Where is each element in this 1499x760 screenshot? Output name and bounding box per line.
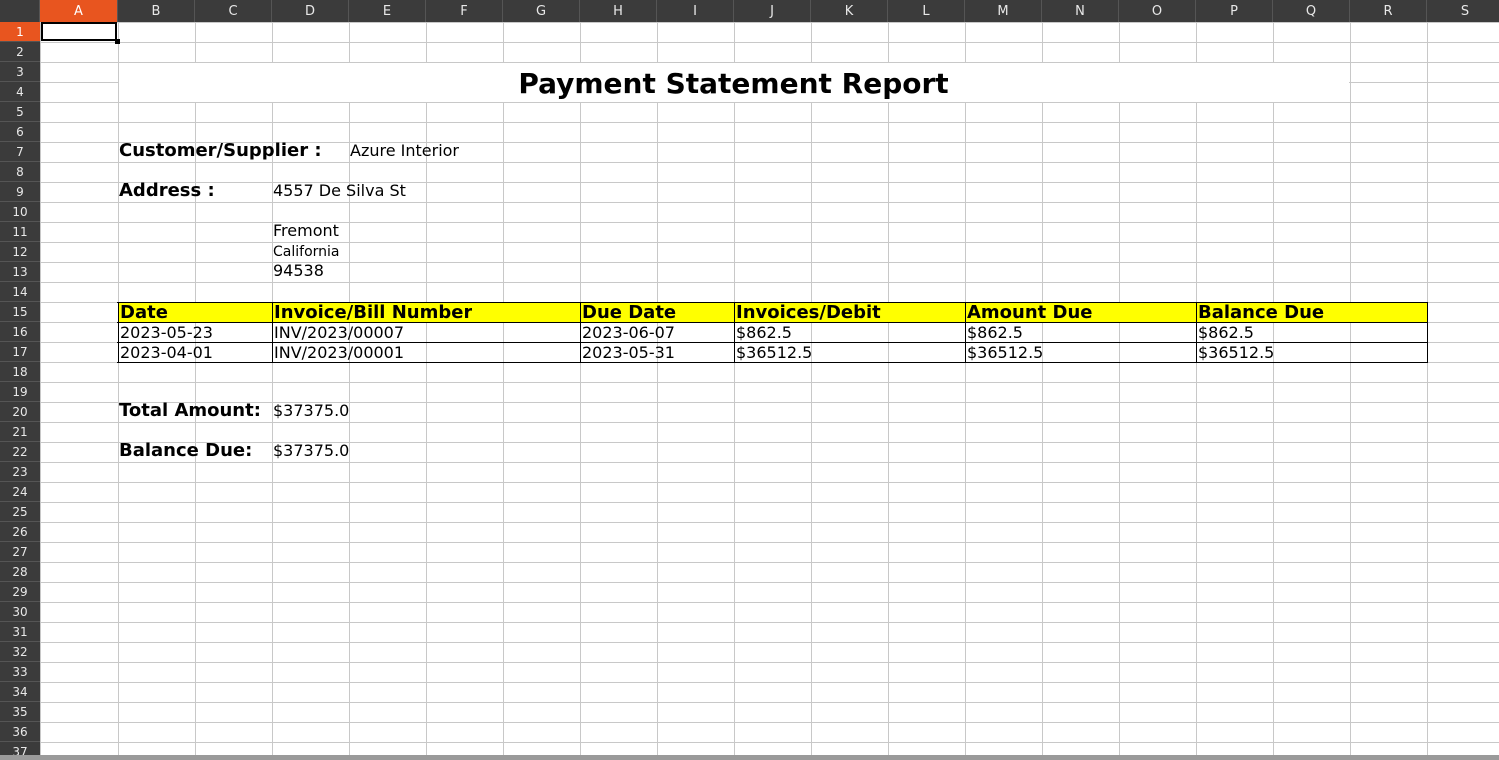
- table-cell[interactable]: 2023-05-23: [120, 323, 213, 343]
- table-header-cell: Invoices/Debit: [736, 303, 881, 323]
- horizontal-scrollbar-thumb[interactable]: [0, 755, 1499, 760]
- table-header-cell: Amount Due: [967, 303, 1093, 323]
- active-cell-cursor[interactable]: [41, 22, 117, 41]
- table-cell[interactable]: 2023-06-07: [582, 323, 675, 343]
- table-cell[interactable]: INV/2023/00001: [274, 343, 404, 363]
- row-header-21[interactable]: 21: [0, 422, 40, 442]
- row-header-13[interactable]: 13: [0, 262, 40, 282]
- address-line1: 4557 De Silva St: [273, 181, 406, 200]
- column-header-b[interactable]: B: [118, 0, 195, 22]
- address-zip: 94538: [273, 261, 324, 280]
- column-header-k[interactable]: K: [811, 0, 888, 22]
- row-header-5[interactable]: 5: [0, 102, 40, 122]
- row-header-35[interactable]: 35: [0, 702, 40, 722]
- column-header-g[interactable]: G: [503, 0, 580, 22]
- column-header-n[interactable]: N: [1042, 0, 1119, 22]
- table-cell[interactable]: 2023-04-01: [120, 343, 213, 363]
- row-header-30[interactable]: 30: [0, 602, 40, 622]
- row-header-19[interactable]: 19: [0, 382, 40, 402]
- table-cell[interactable]: $862.5: [1198, 323, 1254, 343]
- table-cell[interactable]: $862.5: [736, 323, 792, 343]
- row-header-18[interactable]: 18: [0, 362, 40, 382]
- table-cell[interactable]: $36512.5: [1198, 343, 1274, 363]
- row-header-27[interactable]: 27: [0, 542, 40, 562]
- address-city: Fremont: [273, 221, 339, 240]
- row-header-29[interactable]: 29: [0, 582, 40, 602]
- row-header-9[interactable]: 9: [0, 182, 40, 202]
- total-amount-value: $37375.0: [273, 401, 350, 420]
- table-cell[interactable]: INV/2023/00007: [274, 323, 404, 343]
- column-header-o[interactable]: O: [1119, 0, 1196, 22]
- cell-grid: [40, 22, 1499, 760]
- row-header-7[interactable]: 7: [0, 142, 40, 162]
- row-header-11[interactable]: 11: [0, 222, 40, 242]
- table-header-cell: Invoice/Bill Number: [274, 303, 473, 323]
- table-border: [580, 302, 581, 363]
- column-header-d[interactable]: D: [272, 0, 349, 22]
- table-header-cell: Due Date: [582, 303, 677, 323]
- table-header-cell: Date: [120, 303, 168, 323]
- address-label: Address :: [119, 181, 215, 201]
- row-header-28[interactable]: 28: [0, 562, 40, 582]
- column-header-c[interactable]: C: [195, 0, 272, 22]
- column-header-a[interactable]: A: [40, 0, 118, 22]
- spreadsheet[interactable]: ABCDEFGHIJKLMNOPQRS 1 2 3 4 5 6 7 8 9 10 11 12 13 14 1…: [0, 0, 1499, 760]
- row-header-36[interactable]: 36: [0, 722, 40, 742]
- row-header-16[interactable]: 16: [0, 322, 40, 342]
- customer-label: Customer/Supplier :: [119, 141, 322, 161]
- row-header-14[interactable]: 14: [0, 282, 40, 302]
- row-header-22[interactable]: 22: [0, 442, 40, 462]
- column-header-q[interactable]: Q: [1273, 0, 1350, 22]
- column-header-l[interactable]: L: [888, 0, 965, 22]
- table-cell[interactable]: $36512.5: [967, 343, 1043, 363]
- row-header-31[interactable]: 31: [0, 622, 40, 642]
- column-header-m[interactable]: M: [965, 0, 1042, 22]
- table-border: [118, 302, 119, 363]
- column-header-f[interactable]: F: [426, 0, 503, 22]
- table-cell[interactable]: $862.5: [967, 323, 1023, 343]
- column-header-i[interactable]: I: [657, 0, 734, 22]
- balance-due-value: $37375.0: [273, 441, 350, 460]
- table-border: [1427, 302, 1428, 363]
- table-border: [965, 302, 966, 363]
- row-header-32[interactable]: 32: [0, 642, 40, 662]
- row-header-3[interactable]: 3: [0, 62, 40, 82]
- column-header-p[interactable]: P: [1196, 0, 1273, 22]
- row-header-15[interactable]: 15: [0, 302, 40, 322]
- column-header-j[interactable]: J: [734, 0, 811, 22]
- balance-due-label: Balance Due:: [119, 441, 253, 461]
- report-title: Payment Statement Report: [518, 67, 949, 100]
- fill-handle[interactable]: [115, 39, 120, 44]
- row-header-26[interactable]: 26: [0, 522, 40, 542]
- column-header-h[interactable]: H: [580, 0, 657, 22]
- row-header-12[interactable]: 12: [0, 242, 40, 262]
- row-header-2[interactable]: 2: [0, 42, 40, 62]
- row-header-17[interactable]: 17: [0, 342, 40, 362]
- customer-value: Azure Interior: [350, 141, 460, 160]
- table-border: [1196, 302, 1197, 363]
- row-header-33[interactable]: 33: [0, 662, 40, 682]
- row-header-24[interactable]: 24: [0, 482, 40, 502]
- row-header-10[interactable]: 10: [0, 202, 40, 222]
- row-header-34[interactable]: 34: [0, 682, 40, 702]
- row-header-6[interactable]: 6: [0, 122, 40, 142]
- column-header-r[interactable]: R: [1350, 0, 1427, 22]
- row-header-20[interactable]: 20: [0, 402, 40, 422]
- row-header-1[interactable]: 1: [0, 22, 40, 42]
- total-amount-label: Total Amount:: [119, 401, 261, 421]
- table-header-cell: Balance Due: [1198, 303, 1325, 323]
- table-border: [734, 302, 735, 363]
- row-header-25[interactable]: 25: [0, 502, 40, 522]
- table-cell[interactable]: $36512.5: [736, 343, 812, 363]
- row-header-23[interactable]: 23: [0, 462, 40, 482]
- table-border: [272, 302, 273, 363]
- column-header-e[interactable]: E: [349, 0, 426, 22]
- row-header-4[interactable]: 4: [0, 82, 40, 102]
- column-header-s[interactable]: S: [1427, 0, 1499, 22]
- table-cell[interactable]: 2023-05-31: [582, 343, 675, 363]
- address-state: California: [273, 244, 340, 260]
- select-all-corner[interactable]: [0, 0, 40, 22]
- row-header-8[interactable]: 8: [0, 162, 40, 182]
